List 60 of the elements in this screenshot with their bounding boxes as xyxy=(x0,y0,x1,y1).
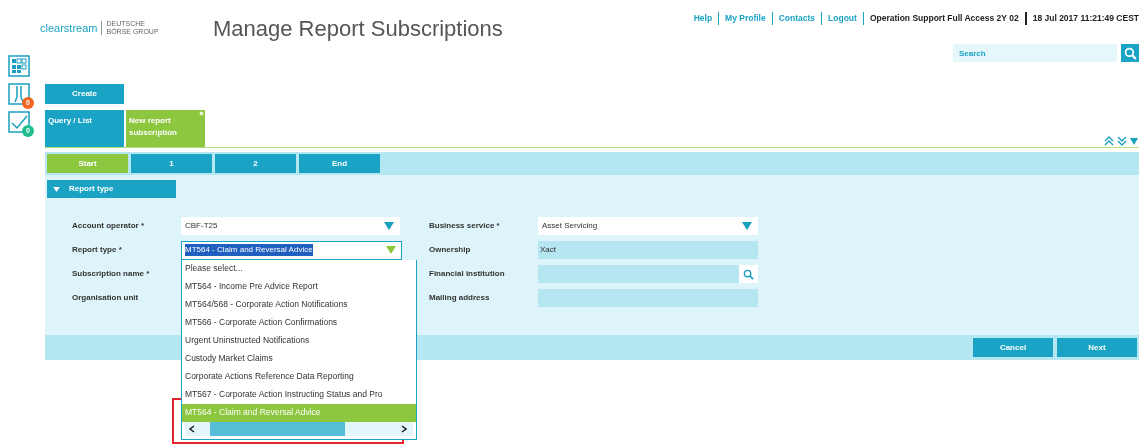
user-role-text: Operation Support Full Access 2Y 02 xyxy=(863,12,1027,25)
dropdown-field[interactable]: Asset Servicing xyxy=(538,217,758,235)
action-button[interactable]: Cancel xyxy=(973,338,1053,357)
clipboard-icon xyxy=(8,83,30,105)
search-field[interactable]: Search xyxy=(953,44,1117,62)
section-header[interactable]: Report type xyxy=(47,180,176,198)
field-label: Report type * xyxy=(72,244,123,256)
selected-value-text: MT564 - Claim and Reversal Advice xyxy=(185,244,313,256)
dropdown-option[interactable]: Corporate Actions Reference Data Reporting xyxy=(182,367,416,386)
field-label: Ownership xyxy=(429,244,472,256)
wizard-step[interactable]: 2 xyxy=(215,154,296,173)
field-label: Financial institution xyxy=(429,268,506,280)
search-button[interactable] xyxy=(1121,44,1139,62)
dropdown-arrow-icon xyxy=(386,246,396,254)
lookup-button[interactable] xyxy=(739,265,758,283)
dropdown-arrow-icon xyxy=(384,222,394,230)
tab[interactable]: Query / List xyxy=(45,110,124,147)
wizard-step[interactable]: End xyxy=(299,154,380,173)
scroll-left-icon[interactable] xyxy=(189,424,195,433)
field-label: Business service * xyxy=(429,220,501,232)
close-icon[interactable] xyxy=(199,111,204,116)
sidebar-item[interactable] xyxy=(8,55,30,77)
dropdown-field[interactable]: CBF-T25 xyxy=(181,217,400,235)
dropdown-option[interactable]: Please select... xyxy=(182,259,416,278)
dropdown-option[interactable]: MT567 - Corporate Action Instructing Status and Pro xyxy=(182,385,416,404)
field-label: Mailing address xyxy=(429,292,491,304)
input-field[interactable] xyxy=(538,265,739,283)
action-button[interactable]: Next xyxy=(1057,338,1137,357)
date-time-text: 18 Jul 2017 11:21:49 CEST xyxy=(1031,12,1139,25)
collapse-all-icon[interactable] xyxy=(1104,136,1114,146)
create-button[interactable]: Create xyxy=(45,84,124,104)
field-label: Organisation unit xyxy=(72,292,140,304)
header-link[interactable]: Logout xyxy=(822,12,864,25)
checklist-icon xyxy=(8,111,30,133)
dropdown-option[interactable]: Urgent Uninstructed Notifications xyxy=(182,331,416,350)
section-toggle-icon[interactable] xyxy=(53,186,60,192)
header-link[interactable]: Help xyxy=(687,12,720,25)
header-link[interactable]: Contacts xyxy=(772,12,823,25)
field-label: Subscription name * xyxy=(72,268,151,280)
wizard-step[interactable]: 1 xyxy=(131,154,212,173)
expand-all-icon[interactable] xyxy=(1117,136,1127,146)
field-label: Account operator * xyxy=(72,220,145,232)
readonly-field: Xact xyxy=(538,241,758,259)
logo-text: clearstream xyxy=(40,21,98,36)
dropdown-option[interactable]: Custody Market Claims xyxy=(182,349,416,368)
dropdown-option[interactable]: MT564 - Income Pre Advice Report xyxy=(182,277,416,296)
scroll-right-icon[interactable] xyxy=(401,424,407,433)
dropdown-arrow-icon[interactable] xyxy=(1130,137,1138,145)
dropdown-option[interactable]: MT564/568 - Corporate Action Notifications xyxy=(182,295,416,314)
search-icon xyxy=(743,268,754,280)
input-field[interactable] xyxy=(538,289,758,307)
dashboard-grid-icon xyxy=(8,55,30,77)
tab[interactable]: New report subscription xyxy=(126,110,205,147)
search-icon xyxy=(1123,46,1137,60)
page-title: Manage Report Subscriptions xyxy=(213,15,503,43)
dropdown-option[interactable]: MT564 - Claim and Reversal Advice xyxy=(182,403,416,422)
header-link[interactable]: My Profile xyxy=(719,12,773,25)
dropdown-arrow-icon xyxy=(742,222,752,230)
dropdown-option[interactable]: MT566 - Corporate Action Confirmations xyxy=(182,313,416,332)
wizard-step[interactable]: Start xyxy=(47,154,128,173)
